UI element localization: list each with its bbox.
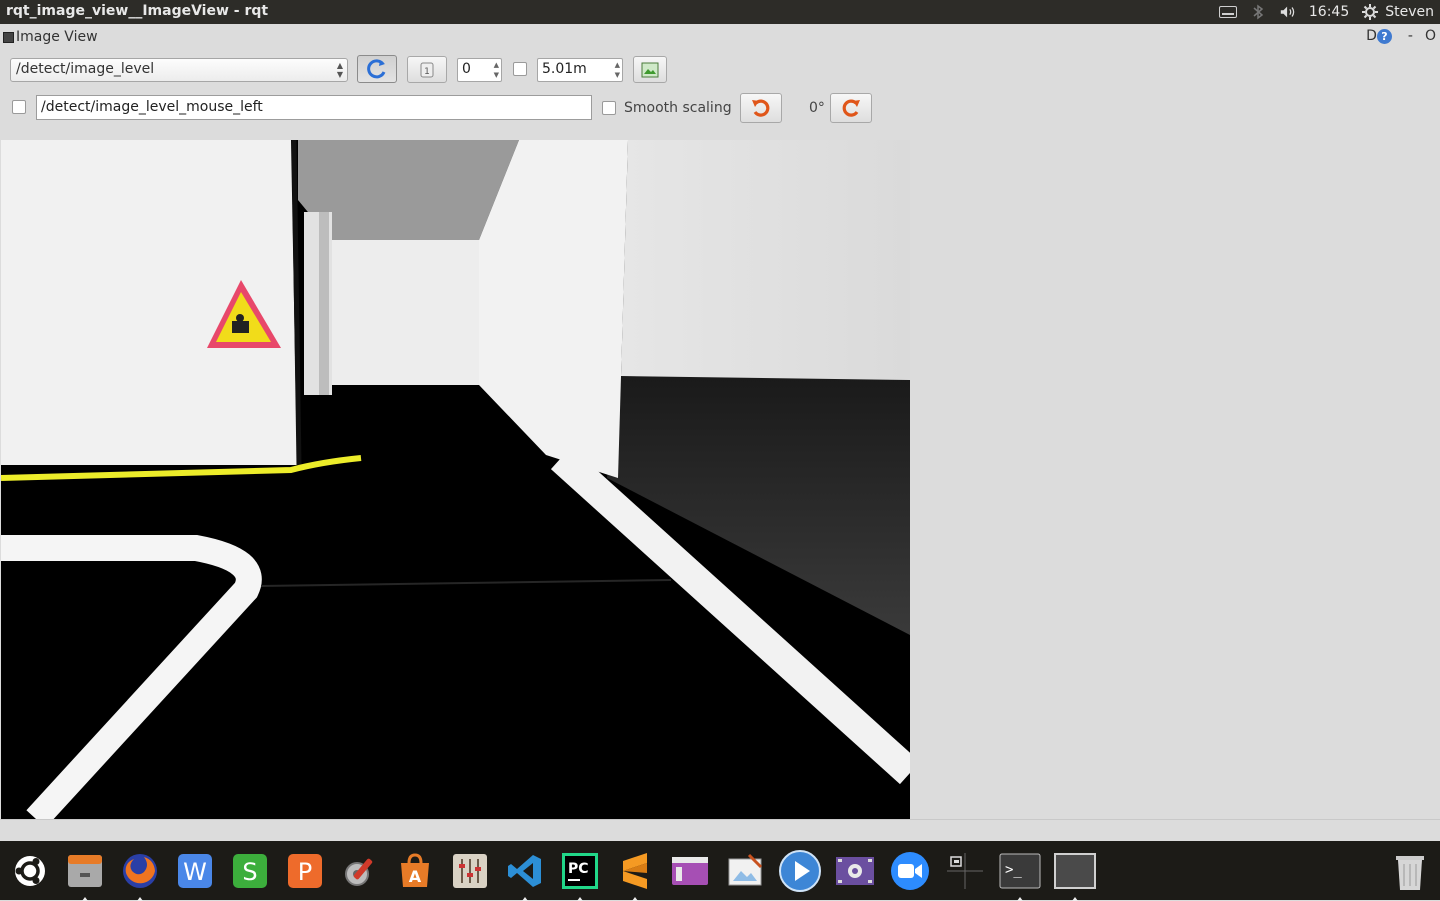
media-player-icon[interactable]	[778, 849, 822, 893]
settings-icon[interactable]	[338, 849, 382, 893]
rotate-right-icon	[842, 99, 860, 117]
workspace-switcher-icon[interactable]	[943, 849, 987, 893]
terminal-icon[interactable]: >_	[998, 849, 1042, 901]
close-button[interactable]: O	[1425, 28, 1436, 44]
window-app-icon[interactable]	[668, 849, 712, 893]
trash-icon[interactable]	[1388, 849, 1432, 893]
zoom-spinbox-value: 0	[462, 61, 471, 77]
svg-text:A: A	[409, 867, 422, 886]
rotate-left-icon	[752, 99, 770, 117]
rotation-label: 0°	[809, 100, 825, 116]
dynamic-range-checkbox[interactable]	[513, 62, 527, 76]
vscode-icon[interactable]	[503, 849, 547, 901]
rotate-right-button[interactable]	[830, 93, 872, 123]
save-image-button[interactable]	[633, 56, 667, 83]
top-panel: rqt_image_view__ImageView - rqt 16:45 St…	[0, 0, 1440, 24]
topic-select[interactable]: /detect/image_level ▲ ▼	[10, 58, 348, 82]
keyboard-indicator[interactable]	[1218, 3, 1237, 21]
spreadsheet-icon[interactable]: S	[228, 849, 272, 893]
zoom-icon[interactable]	[888, 849, 932, 893]
user-name[interactable]: Steven	[1385, 4, 1434, 20]
firefox-icon[interactable]	[118, 849, 162, 901]
spin-arrows-icon: ▲ ▼	[614, 61, 620, 79]
running-indicator	[137, 897, 143, 901]
running-indicator	[632, 897, 638, 901]
ubuntu-icon[interactable]	[8, 849, 52, 893]
smooth-scaling-checkbox[interactable]	[602, 101, 616, 115]
gear-icon[interactable]	[1361, 3, 1379, 21]
running-indicator	[82, 897, 88, 901]
running-indicator	[1017, 897, 1023, 901]
max-age-spinbox[interactable]: 5.01m ▲ ▼	[537, 58, 623, 82]
keyboard-icon	[1218, 6, 1237, 18]
svg-text:P: P	[298, 858, 312, 886]
bluetooth-icon[interactable]	[1249, 3, 1267, 21]
minimize-button[interactable]: -	[1408, 28, 1413, 44]
zoom-original-icon: 1	[420, 62, 434, 77]
help-icon[interactable]: ?	[1376, 28, 1392, 44]
launcher: W S P A PC >_	[0, 841, 1440, 901]
video-editor-icon[interactable]	[833, 849, 877, 893]
writer-icon[interactable]: W	[173, 849, 217, 893]
dock-widget-title: Image View	[16, 29, 98, 45]
status-bar	[0, 819, 1440, 841]
rotate-left-button[interactable]	[740, 93, 782, 123]
window-icon[interactable]	[1053, 849, 1097, 901]
zoom-1-button[interactable]: 1	[407, 56, 447, 83]
camera-image-view[interactable]	[1, 140, 910, 819]
svg-text:PC: PC	[568, 861, 589, 877]
clock[interactable]: 16:45	[1309, 4, 1349, 20]
window-title: rqt_image_view__ImageView - rqt	[6, 3, 269, 19]
running-indicator	[522, 897, 528, 901]
files-icon[interactable]	[63, 849, 107, 901]
dock-widget-header: Image View D ? - O	[0, 24, 1440, 50]
svg-text:>_: >_	[1005, 862, 1022, 878]
mixer-icon[interactable]	[448, 849, 492, 893]
sublime-icon[interactable]	[613, 849, 657, 901]
software-center-icon[interactable]: A	[393, 849, 437, 893]
spin-arrows-icon: ▲ ▼	[493, 61, 499, 79]
smooth-scaling-label: Smooth scaling	[624, 100, 732, 116]
running-indicator	[1072, 897, 1078, 901]
help-prefix[interactable]: D	[1366, 28, 1377, 44]
presentation-icon[interactable]: P	[283, 849, 327, 893]
svg-text:W: W	[183, 858, 207, 886]
svg-text:S: S	[242, 858, 257, 886]
combo-arrows-icon: ▲ ▼	[336, 61, 343, 79]
pycharm-icon[interactable]: PC	[558, 849, 602, 901]
svg-text:1: 1	[424, 67, 430, 77]
image-editor-icon[interactable]	[723, 849, 767, 893]
volume-icon[interactable]	[1279, 3, 1297, 21]
refresh-icon	[367, 59, 386, 79]
mouse-topic-input[interactable]: /detect/image_level_mouse_left	[36, 95, 592, 120]
save-image-icon	[641, 62, 659, 77]
publish-mouse-checkbox[interactable]	[12, 100, 26, 114]
max-age-value: 5.01m	[542, 61, 587, 77]
mouse-topic-value: /detect/image_level_mouse_left	[41, 99, 263, 115]
dock-widget-icon	[3, 32, 14, 43]
running-indicator	[577, 897, 583, 901]
topic-select-value: /detect/image_level	[16, 61, 155, 77]
zoom-spinbox[interactable]: 0 ▲ ▼	[457, 58, 502, 82]
refresh-button[interactable]	[357, 55, 397, 83]
camera-image	[1, 140, 910, 819]
